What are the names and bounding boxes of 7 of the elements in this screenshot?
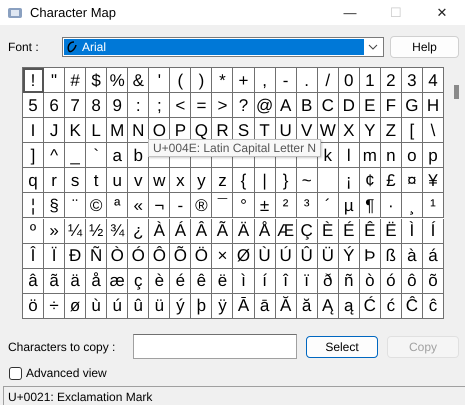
- tooltip: U+004E: Latin Capital Letter N: [148, 139, 322, 157]
- status-bar: U+0021: Exclamation Mark: [3, 386, 465, 405]
- font-label: Font :: [8, 39, 40, 56]
- font-value: Arial: [82, 39, 106, 56]
- advanced-view-label: Advanced view: [26, 365, 107, 382]
- characters-to-copy-label: Characters to copy :: [8, 338, 116, 356]
- window-title: Character Map: [30, 4, 116, 22]
